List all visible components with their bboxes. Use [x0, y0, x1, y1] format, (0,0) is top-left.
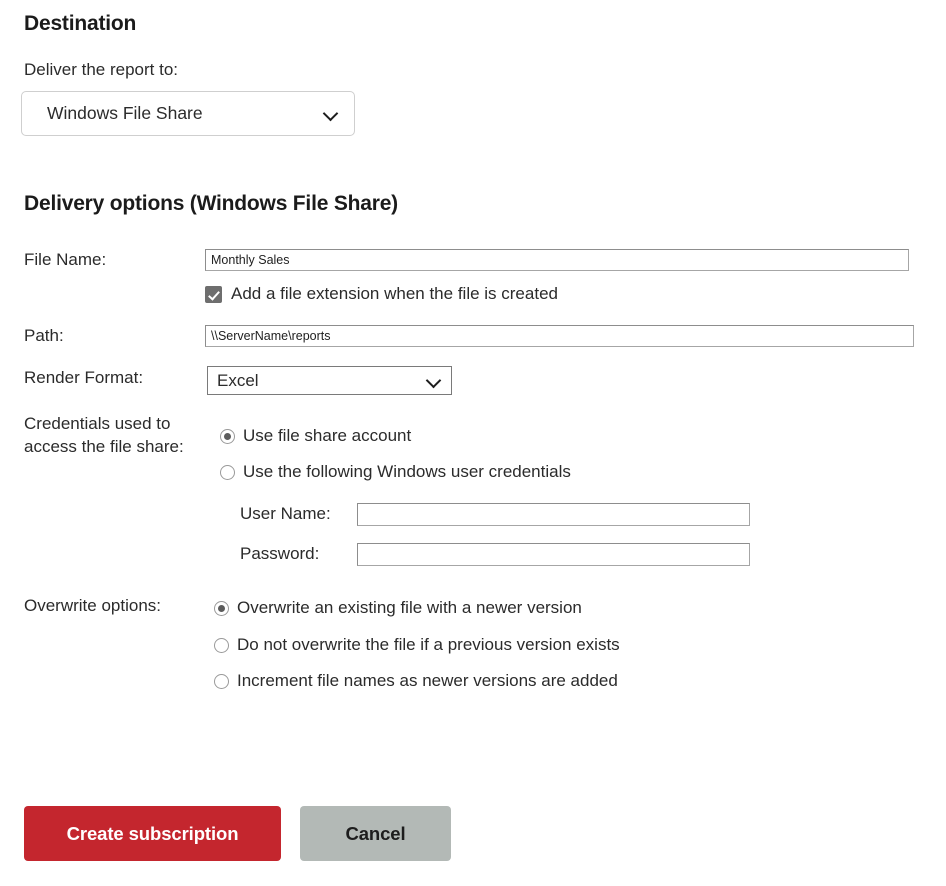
overwrite-option-overwrite-newer[interactable]: Overwrite an existing file with a newer …: [214, 598, 582, 618]
password-input[interactable]: [357, 543, 750, 566]
user-name-input[interactable]: [357, 503, 750, 526]
overwrite-option-increment-names[interactable]: Increment file names as newer versions a…: [214, 671, 618, 691]
credentials-option-label: Use the following Windows user credentia…: [243, 462, 571, 482]
overwrite-option-do-not-overwrite[interactable]: Do not overwrite the file if a previous …: [214, 635, 620, 655]
path-input[interactable]: [205, 325, 914, 347]
render-format-select[interactable]: Excel: [207, 366, 452, 395]
overwrite-option-label: Overwrite an existing file with a newer …: [237, 598, 582, 618]
add-file-extension-checkbox[interactable]: [205, 286, 222, 303]
overwrite-option-label: Do not overwrite the file if a previous …: [237, 635, 620, 655]
path-label: Path:: [24, 326, 64, 346]
destination-select-value: Windows File Share: [47, 103, 316, 124]
radio-indicator[interactable]: [214, 638, 229, 653]
deliver-report-to-label: Deliver the report to:: [24, 60, 178, 80]
render-format-select-value: Excel: [217, 371, 427, 391]
credentials-label: Credentials used to access the file shar…: [24, 412, 199, 458]
password-label: Password:: [240, 544, 319, 564]
credentials-option-file-share-account[interactable]: Use file share account: [220, 426, 411, 446]
chevron-down-icon: [324, 107, 338, 121]
radio-indicator[interactable]: [214, 601, 229, 616]
add-file-extension-label: Add a file extension when the file is cr…: [231, 284, 558, 304]
radio-indicator[interactable]: [220, 429, 235, 444]
destination-heading: Destination: [24, 12, 136, 36]
delivery-options-heading: Delivery options (Windows File Share): [24, 192, 398, 216]
radio-indicator[interactable]: [214, 674, 229, 689]
add-file-extension-row[interactable]: Add a file extension when the file is cr…: [205, 284, 558, 304]
file-name-label: File Name:: [24, 250, 106, 270]
file-name-input[interactable]: [205, 249, 909, 271]
create-subscription-button[interactable]: Create subscription: [24, 806, 281, 861]
overwrite-option-label: Increment file names as newer versions a…: [237, 671, 618, 691]
overwrite-options-label: Overwrite options:: [24, 596, 161, 616]
destination-select[interactable]: Windows File Share: [21, 91, 355, 136]
credentials-option-windows-user[interactable]: Use the following Windows user credentia…: [220, 462, 571, 482]
credentials-option-label: Use file share account: [243, 426, 411, 446]
chevron-down-icon: [427, 374, 441, 388]
cancel-button[interactable]: Cancel: [300, 806, 451, 861]
user-name-label: User Name:: [240, 504, 331, 524]
subscription-destination-page: Destination Deliver the report to: Windo…: [0, 0, 946, 886]
render-format-label: Render Format:: [24, 368, 143, 388]
radio-indicator[interactable]: [220, 465, 235, 480]
